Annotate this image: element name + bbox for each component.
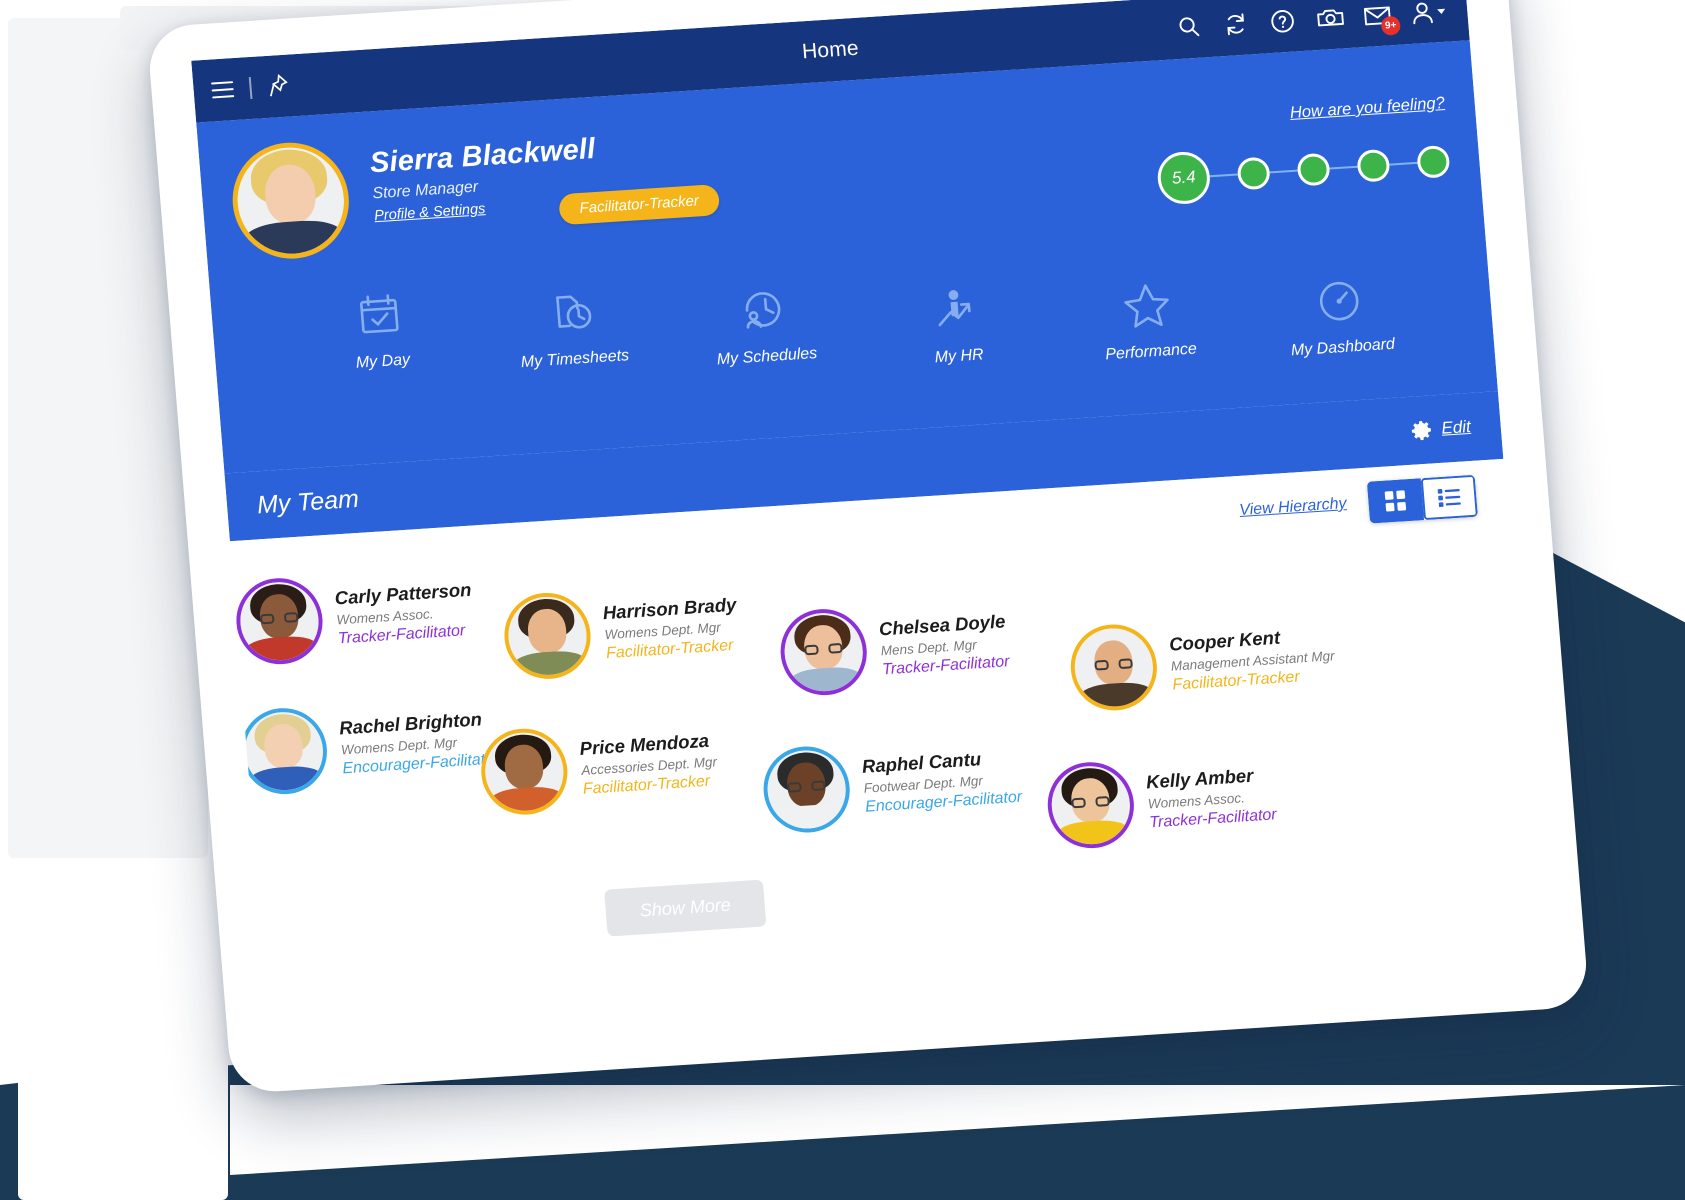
user-job-title: Store Manager [371,178,479,203]
member-info: Chelsea Doyle Mens Dept. Mgr Tracker-Fac… [878,610,1010,679]
list-item[interactable]: Chelsea Doyle Mens Dept. Mgr Tracker-Fac… [777,597,1011,698]
my-team-body: View Hierarchy Carly Patterson Womens As… [229,458,1542,1010]
avatar[interactable] [233,575,326,667]
list-item[interactable]: Rachel Brighton Womens Dept. Mgr Encoura… [237,694,502,797]
avatar[interactable] [1067,621,1161,714]
list-view-button[interactable] [1420,474,1478,521]
mail-icon[interactable]: 9+ [1361,0,1402,36]
list-item[interactable]: Carly Patterson Womens Assoc. Tracker-Fa… [233,566,476,667]
tablet-device: Home 9+ Sierra Blackwell Store Manager P… [146,0,1590,1095]
mail-badge: 9+ [1380,15,1402,36]
mood-dot-2[interactable] [1236,156,1271,191]
toolbar-divider [248,77,252,100]
list-item[interactable]: Raphel Cantu Footwear Dept. Mgr Encourag… [760,733,1024,836]
nav-item-my-schedules[interactable]: My Schedules [686,277,843,371]
list-item[interactable]: Harrison Brady Womens Dept. Mgr Facilita… [501,581,741,682]
search-icon[interactable] [1174,12,1204,42]
nav-item-my-day[interactable]: My Day [302,281,459,375]
mood-dot-3[interactable] [1296,152,1331,187]
mood-connector [1329,165,1358,170]
nav-label: My Dashboard [1290,335,1396,360]
camera-icon[interactable] [1314,3,1344,33]
member-info: Carly Patterson Womens Assoc. Tracker-Fa… [334,578,475,648]
role-badge: Facilitator-Tracker [558,184,721,226]
list-view-icon [1437,488,1461,508]
avatar[interactable] [477,726,571,818]
mood-connector [1269,169,1298,174]
nav-label: Performance [1104,340,1198,364]
help-icon[interactable] [1267,6,1297,36]
profile-info: Sierra Blackwell Store Manager Profile &… [368,115,721,237]
star-icon [1070,272,1224,339]
nav-item-my-dashboard[interactable]: My Dashboard [1262,267,1419,361]
grid-view-icon [1384,490,1407,512]
nav-label: My Day [355,351,411,372]
avatar-face [233,144,348,261]
nav-label: My HR [934,346,985,367]
person-growth-arrow-icon [878,276,1032,343]
bg-panel-bottom-left [18,1000,228,1200]
refresh-icon[interactable] [1221,9,1251,39]
how-are-you-feeling-link[interactable]: How are you feeling? [1289,94,1445,123]
tablet-screen: Home 9+ Sierra Blackwell Store Manager P… [191,0,1543,1028]
section-title: My Team [255,484,360,519]
screenshot-root: Home 9+ Sierra Blackwell Store Manager P… [0,0,1685,1200]
avatar[interactable] [501,590,594,682]
list-item[interactable]: Price Mendoza Accessories Dept. Mgr Faci… [477,716,720,818]
gear-icon [1411,421,1431,441]
timesheet-clock-icon [494,279,648,346]
grid-view-button[interactable] [1366,478,1425,524]
mood-connector [1389,161,1418,166]
nav-item-my-hr[interactable]: My HR [878,276,1035,370]
mood-score-value[interactable]: 5.4 [1155,150,1212,206]
mood-dot-5[interactable] [1416,144,1451,179]
member-info: Harrison Brady Womens Dept. Mgr Facilita… [602,593,740,662]
feeling-section: How are you feeling? 5.4 [1150,68,1451,206]
profile-settings-link[interactable]: Profile & Settings [374,201,486,224]
avatar[interactable] [237,705,331,797]
chevron-down-icon [1437,8,1446,14]
mood-dot-4[interactable] [1356,148,1391,183]
view-hierarchy-link[interactable]: View Hierarchy [1239,495,1348,520]
nav-item-performance[interactable]: Performance [1070,272,1227,366]
pin-icon[interactable] [266,72,292,99]
nav-label: My Schedules [716,344,818,369]
gauge-icon [1262,267,1416,334]
user-account-icon[interactable] [1408,0,1446,27]
calendar-check-icon [302,281,456,348]
nav-item-my-timesheets[interactable]: My Timesheets [494,279,651,373]
avatar[interactable] [228,139,354,263]
avatar[interactable] [777,606,871,698]
person-clock-icon [686,277,840,344]
list-item[interactable]: Kelly Amber Womens Assoc. Tracker-Facili… [1044,750,1278,851]
list-item[interactable]: Cooper Kent Management Assistant Mgr Fac… [1067,610,1337,714]
mood-connector [1209,173,1238,178]
member-info: Raphel Cantu Footwear Dept. Mgr Encourag… [861,745,1023,816]
team-view-tools: View Hierarchy [1238,474,1478,532]
member-info: Cooper Kent Management Assistant Mgr Fac… [1168,623,1336,694]
member-info: Rachel Brighton Womens Dept. Mgr Encoura… [338,707,500,778]
member-info: Price Mendoza Accessories Dept. Mgr Faci… [579,729,719,799]
avatar[interactable] [760,743,854,836]
hamburger-menu-icon[interactable] [211,81,235,99]
nav-label: My Timesheets [520,347,630,372]
edit-label: Edit [1440,416,1472,438]
view-mode-toggle [1366,474,1478,524]
topbar-icon-group: 9+ [1174,0,1447,42]
edit-button[interactable]: Edit [1409,415,1472,443]
member-info: Kelly Amber Womens Assoc. Tracker-Facili… [1145,763,1277,832]
show-more-button[interactable]: Show More [604,879,767,937]
avatar[interactable] [1044,759,1138,851]
